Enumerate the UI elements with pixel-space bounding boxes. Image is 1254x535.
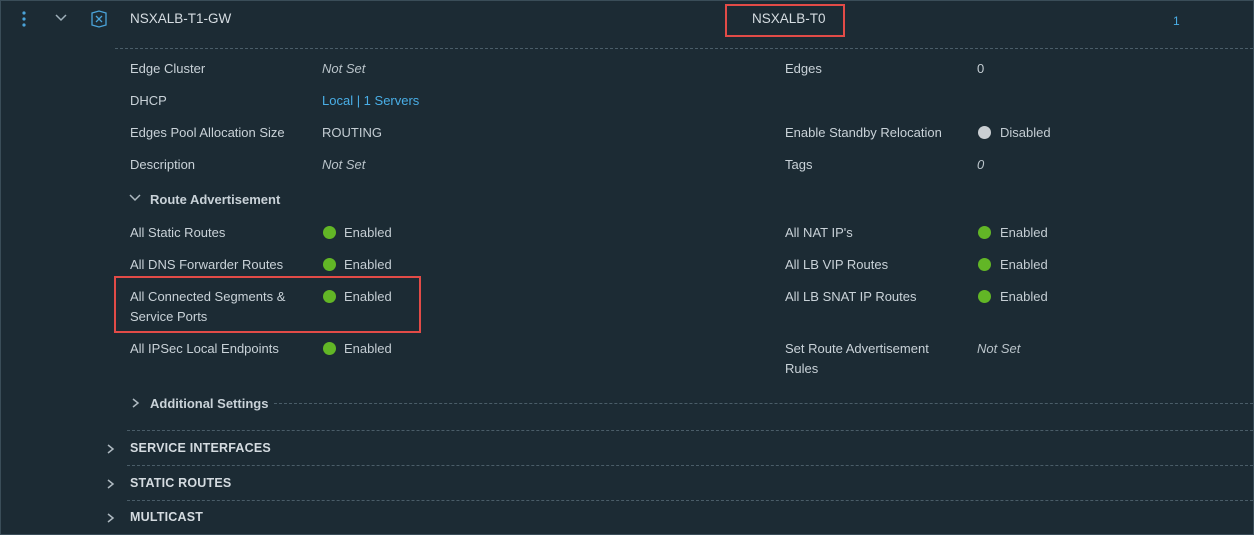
tags-value: 0	[977, 157, 985, 172]
disabled-status-icon	[978, 126, 991, 139]
dhcp-label: DHCP	[130, 93, 167, 108]
multicast-section[interactable]: MULTICAST	[130, 510, 203, 524]
multicast-toggle[interactable]	[105, 512, 115, 524]
ipsec-endpoints-label: All IPSec Local Endpoints	[130, 341, 279, 356]
enabled-status-icon	[978, 258, 991, 271]
tier0-highlight-box	[725, 4, 845, 37]
divider	[115, 48, 1253, 49]
service-interfaces-section[interactable]: SERVICE INTERFACES	[130, 441, 271, 455]
route-advertisement-title[interactable]: Route Advertisement	[150, 192, 280, 207]
divider	[127, 465, 1253, 466]
chevron-right-icon	[107, 479, 115, 489]
divider	[274, 403, 1253, 404]
description-value: Not Set	[322, 157, 366, 172]
chevron-right-icon	[107, 513, 115, 523]
route-adv-rules-value: Not Set	[977, 341, 1021, 356]
divider	[127, 500, 1253, 501]
lb-snat-ip-routes-value: Enabled	[1000, 289, 1048, 304]
vertical-ellipsis-icon	[22, 11, 26, 27]
service-interfaces-toggle[interactable]	[105, 443, 115, 455]
static-routes-section[interactable]: STATIC ROUTES	[130, 476, 231, 490]
gateway-type	[90, 10, 108, 28]
gateway-count-link[interactable]: 1	[1173, 14, 1180, 28]
lb-vip-routes-label: All LB VIP Routes	[785, 257, 889, 272]
edge-cluster-value: Not Set	[322, 61, 366, 76]
ipsec-endpoints-value: Enabled	[344, 341, 392, 356]
dns-forwarder-label: All DNS Forwarder Routes	[130, 257, 284, 272]
tags-label: Tags	[785, 157, 813, 172]
additional-settings-toggle[interactable]	[130, 397, 140, 409]
route-adv-rules-label-line1: Set Route Advertisement	[785, 341, 929, 356]
collapse-row-toggle[interactable]	[54, 12, 68, 24]
description-label: Description	[130, 157, 196, 172]
additional-settings-title[interactable]: Additional Settings	[150, 396, 268, 411]
enabled-status-icon	[323, 258, 336, 271]
divider	[127, 430, 1253, 431]
edges-pool-size-value: ROUTING	[322, 125, 382, 140]
chevron-down-icon	[129, 194, 141, 202]
connected-segments-highlight-box	[114, 276, 421, 333]
route-advertisement-toggle[interactable]	[128, 192, 142, 204]
nat-ips-label: All NAT IP's	[785, 225, 853, 240]
standby-relocation-value: Disabled	[1000, 125, 1051, 140]
standby-relocation-label: Enable Standby Relocation	[785, 125, 942, 140]
enabled-status-icon	[978, 290, 991, 303]
route-adv-rules-label-line2: Rules	[785, 361, 819, 376]
lb-vip-routes-value: Enabled	[1000, 257, 1048, 272]
enabled-status-icon	[323, 226, 336, 239]
dns-forwarder-value: Enabled	[344, 257, 392, 272]
chevron-right-icon	[132, 398, 140, 408]
chevron-right-icon	[107, 444, 115, 454]
edges-pool-size-label: Edges Pool Allocation Size	[130, 125, 285, 140]
nat-ips-value: Enabled	[1000, 225, 1048, 240]
edges-value: 0	[977, 61, 985, 76]
enabled-status-icon	[978, 226, 991, 239]
static-routes-value: Enabled	[344, 225, 392, 240]
static-routes-toggle[interactable]	[105, 478, 115, 490]
chevron-down-icon	[55, 14, 67, 22]
gateway-name: NSXALB-T1-GW	[130, 11, 232, 26]
row-actions-menu[interactable]	[18, 10, 30, 28]
lb-snat-ip-routes-label: All LB SNAT IP Routes	[785, 289, 917, 304]
router-icon	[91, 10, 107, 28]
enabled-status-icon	[323, 342, 336, 355]
edge-cluster-label: Edge Cluster	[130, 61, 206, 76]
edges-label: Edges	[785, 61, 822, 76]
dhcp-link[interactable]: Local | 1 Servers	[322, 93, 419, 108]
static-routes-label: All Static Routes	[130, 225, 226, 240]
